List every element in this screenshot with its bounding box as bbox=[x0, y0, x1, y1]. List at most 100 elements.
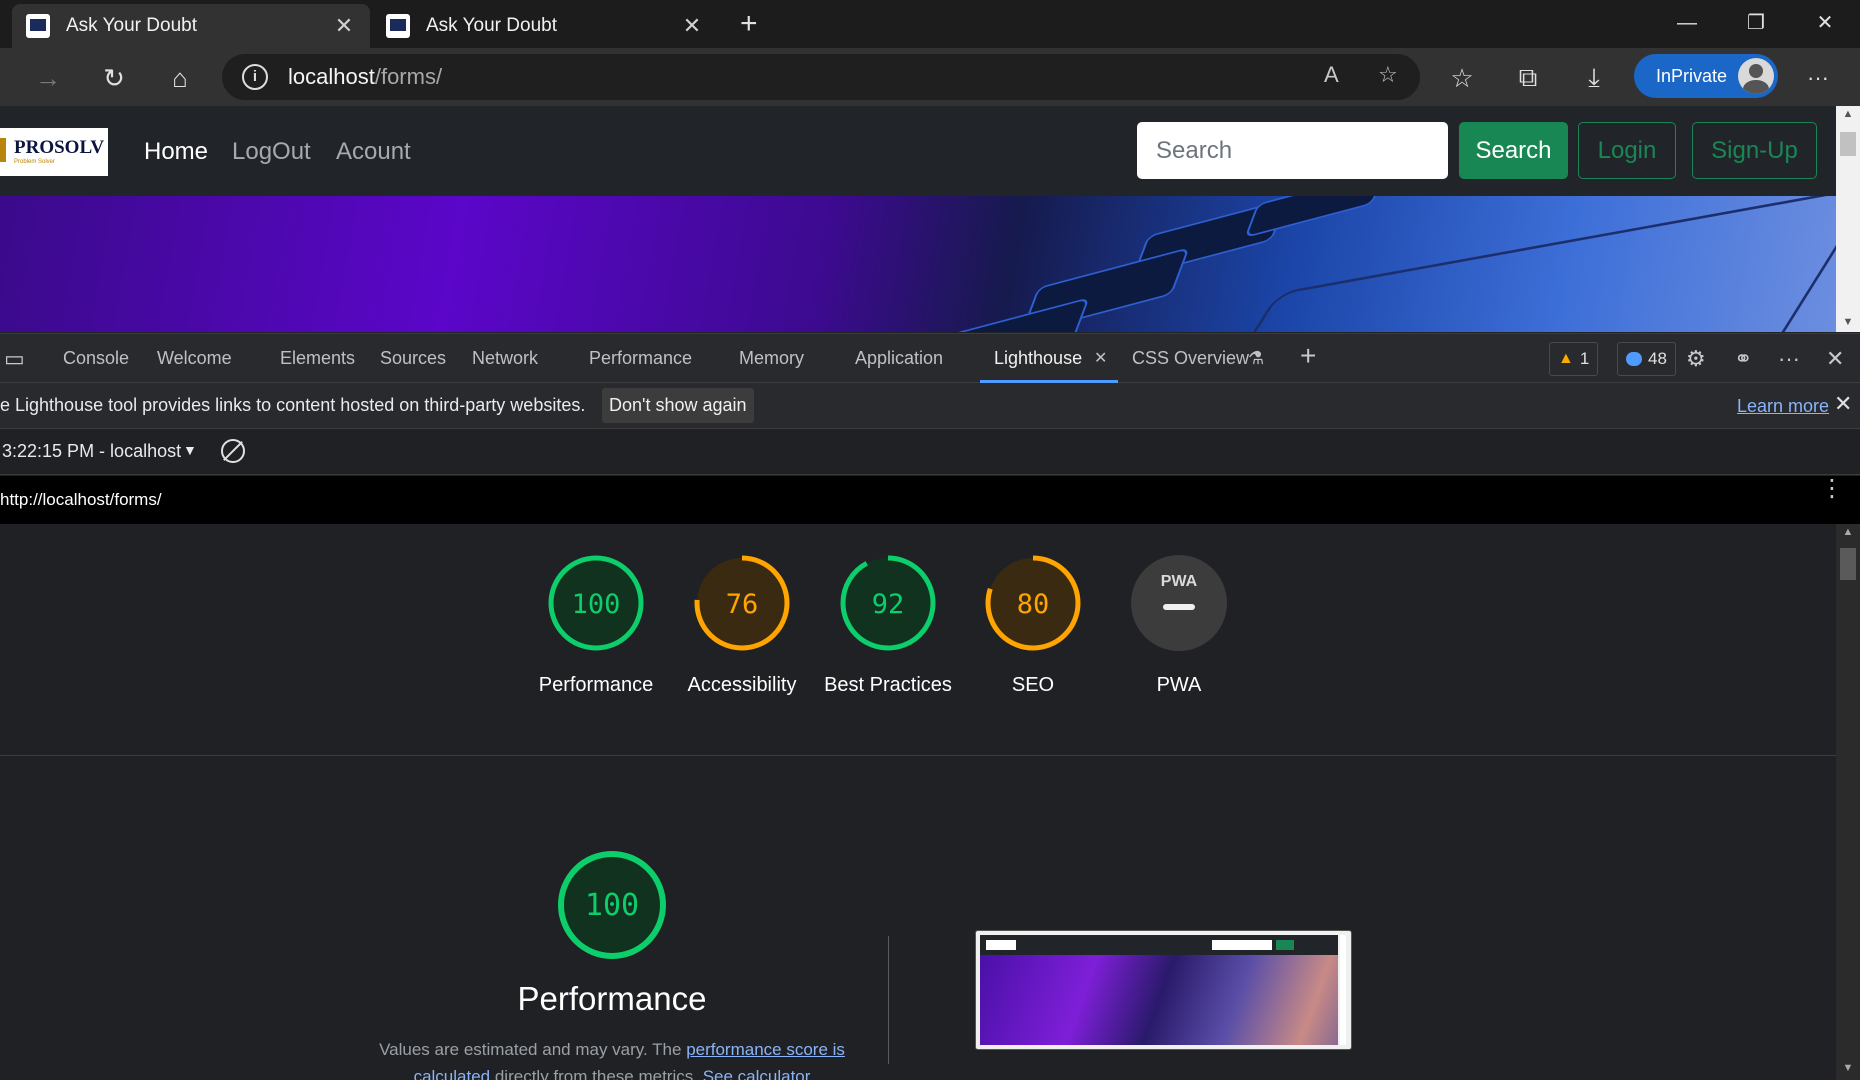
read-aloud-icon[interactable]: A bbox=[1324, 62, 1339, 88]
svg-text:76: 76 bbox=[726, 589, 759, 620]
tab-css-overview[interactable]: CSS Overview bbox=[1132, 348, 1249, 369]
close-window-button[interactable]: ✕ bbox=[1802, 8, 1848, 38]
tab-elements[interactable]: Elements bbox=[280, 348, 355, 369]
gear-icon[interactable]: ⚙ bbox=[1686, 346, 1706, 372]
browser-tab-strip: Ask Your Doubt ✕ Ask Your Doubt ✕ + — ❐ … bbox=[0, 0, 1860, 48]
report-scrollbar[interactable]: ▲ ▼ bbox=[1836, 524, 1860, 1080]
page-scrollbar[interactable]: ▲ ▼ bbox=[1836, 106, 1860, 332]
report-menu-icon[interactable]: ⋮ bbox=[1820, 477, 1844, 501]
score-gauge-seo[interactable]: 80 SEO bbox=[963, 554, 1103, 700]
avatar bbox=[1738, 58, 1774, 94]
performance-big-gauge: 100 bbox=[558, 851, 666, 959]
forward-icon[interactable]: → bbox=[30, 60, 66, 96]
signup-button[interactable]: Sign-Up bbox=[1692, 122, 1817, 179]
tab-performance[interactable]: Performance bbox=[589, 348, 692, 369]
device-toolbar-icon[interactable]: ▭ bbox=[4, 346, 25, 372]
svg-text:100: 100 bbox=[585, 888, 639, 923]
site-logo[interactable]: PROSOLV Problem Solver bbox=[0, 128, 108, 176]
more-options-icon[interactable]: ··· bbox=[1778, 346, 1800, 372]
chevron-down-icon[interactable]: ▼ bbox=[183, 442, 197, 458]
performance-section-title: Performance bbox=[517, 980, 707, 1017]
site-search-input[interactable]: Search bbox=[1137, 122, 1448, 179]
tab-console[interactable]: Console bbox=[63, 348, 129, 369]
clear-reports-icon[interactable] bbox=[221, 439, 245, 463]
site-favicon-icon bbox=[26, 14, 50, 38]
tab-sources[interactable]: Sources bbox=[380, 348, 446, 369]
tab-memory[interactable]: Memory bbox=[739, 348, 804, 369]
svg-text:100: 100 bbox=[572, 589, 621, 620]
messages-count: 48 bbox=[1648, 349, 1667, 368]
report-selector[interactable]: 3:22:15 PM - localhost bbox=[2, 441, 181, 462]
downloads-icon[interactable]: ⤓ bbox=[1576, 60, 1612, 96]
close-lighthouse-tab-icon[interactable]: ✕ bbox=[1094, 348, 1107, 368]
customize-icon[interactable]: ⚭ bbox=[1734, 346, 1752, 372]
address-bar[interactable]: i localhost/forms/ A ☆ bbox=[222, 54, 1420, 100]
score-label: SEO bbox=[1011, 674, 1055, 696]
score-gauge-pwa[interactable]: PWA PWA bbox=[1109, 554, 1249, 700]
nav-home-link[interactable]: Home bbox=[144, 138, 208, 166]
score-label: Accessibility bbox=[687, 674, 797, 696]
report-url-bar: http://localhost/forms/ ⋮ bbox=[0, 476, 1860, 524]
learn-more-link[interactable]: Learn more bbox=[1737, 396, 1829, 417]
performance-section: 100 Performance Values are estimated and… bbox=[372, 849, 852, 1080]
site-search-button[interactable]: Search bbox=[1459, 122, 1568, 179]
nav-logout-link[interactable]: LogOut bbox=[232, 138, 311, 166]
brand-name: PROSOLV bbox=[14, 137, 105, 158]
score-label: Performance bbox=[538, 674, 654, 696]
hero-banner-image bbox=[0, 196, 1836, 332]
score-gauge-accessibility[interactable]: 76 Accessibility bbox=[672, 554, 812, 700]
browser-tab-1[interactable]: Ask Your Doubt ✕ bbox=[12, 4, 370, 48]
inprivate-button[interactable]: InPrivate bbox=[1634, 54, 1778, 98]
site-info-icon[interactable]: i bbox=[242, 64, 268, 90]
tab-lighthouse[interactable]: Lighthouse bbox=[994, 348, 1082, 369]
collections-icon[interactable]: ⧉ bbox=[1510, 60, 1546, 96]
tab-application[interactable]: Application bbox=[855, 348, 943, 369]
warning-icon: ▲ bbox=[1558, 350, 1574, 367]
login-button[interactable]: Login bbox=[1578, 122, 1676, 179]
close-tab-icon[interactable]: ✕ bbox=[332, 13, 356, 39]
brand-tagline: Problem Solver bbox=[14, 159, 56, 165]
site-navbar: PROSOLV Problem Solver Home LogOut Acoun… bbox=[0, 106, 1836, 196]
see-calculator-link[interactable]: See calculator bbox=[703, 1067, 811, 1080]
section-divider bbox=[0, 755, 1836, 756]
close-tab-icon[interactable]: ✕ bbox=[680, 13, 704, 39]
tab-network[interactable]: Network bbox=[472, 348, 538, 369]
add-favorite-icon[interactable]: ☆ bbox=[1378, 62, 1398, 88]
score-gauge-best-practices[interactable]: 92 Best Practices bbox=[818, 554, 958, 700]
performance-description: Values are estimated and may vary. The p… bbox=[372, 1036, 852, 1080]
close-devtools-icon[interactable]: ✕ bbox=[1826, 346, 1844, 372]
browser-toolbar: → ↻ ⌂ i localhost/forms/ A ☆ ☆ ⧉ ⤓ InPri… bbox=[0, 48, 1860, 106]
flask-icon: ⚗ bbox=[1248, 348, 1265, 368]
close-infobar-icon[interactable]: ✕ bbox=[1834, 391, 1852, 417]
browser-tab-2[interactable]: Ask Your Doubt ✕ bbox=[372, 4, 718, 48]
warnings-count: 1 bbox=[1579, 349, 1590, 368]
svg-text:92: 92 bbox=[872, 589, 905, 620]
report-url: http://localhost/forms/ bbox=[0, 490, 162, 509]
report-toolbar: 3:22:15 PM - localhost ▼ bbox=[0, 429, 1860, 475]
score-label: Best Practices bbox=[824, 674, 952, 696]
infobar-message: e Lighthouse tool provides links to cont… bbox=[0, 395, 586, 415]
home-icon[interactable]: ⌂ bbox=[162, 60, 198, 96]
score-gauge-performance[interactable]: 100 Performance bbox=[526, 554, 666, 700]
tab-welcome[interactable]: Welcome bbox=[157, 348, 232, 369]
dont-show-again-button[interactable]: Don't show again bbox=[602, 388, 754, 423]
vertical-separator bbox=[888, 936, 889, 1064]
nav-account-link[interactable]: Acount bbox=[336, 138, 411, 166]
messages-badge[interactable]: 48 bbox=[1617, 342, 1676, 376]
page-screenshot-thumbnail[interactable] bbox=[975, 930, 1352, 1050]
lighthouse-report: 100 Performance 76 Accessibility 92 Best Prac… bbox=[0, 524, 1836, 1080]
pwa-icon: PWA bbox=[1131, 555, 1227, 651]
favorites-icon[interactable]: ☆ bbox=[1444, 60, 1480, 96]
devtools-infobar: e Lighthouse tool provides links to cont… bbox=[0, 383, 1860, 429]
restore-button[interactable]: ❐ bbox=[1733, 8, 1779, 38]
svg-text:80: 80 bbox=[1017, 589, 1050, 620]
web-page-viewport: PROSOLV Problem Solver Home LogOut Acoun… bbox=[0, 106, 1836, 332]
minimize-button[interactable]: — bbox=[1664, 8, 1710, 38]
more-menu-icon[interactable]: ··· bbox=[1800, 60, 1836, 96]
new-tab-button[interactable]: + bbox=[740, 8, 758, 40]
refresh-icon[interactable]: ↻ bbox=[96, 60, 132, 96]
add-tab-icon[interactable]: + bbox=[1300, 340, 1316, 372]
site-favicon-icon bbox=[386, 14, 410, 38]
message-icon bbox=[1626, 352, 1642, 366]
warnings-badge[interactable]: ▲ 1 bbox=[1549, 342, 1599, 376]
